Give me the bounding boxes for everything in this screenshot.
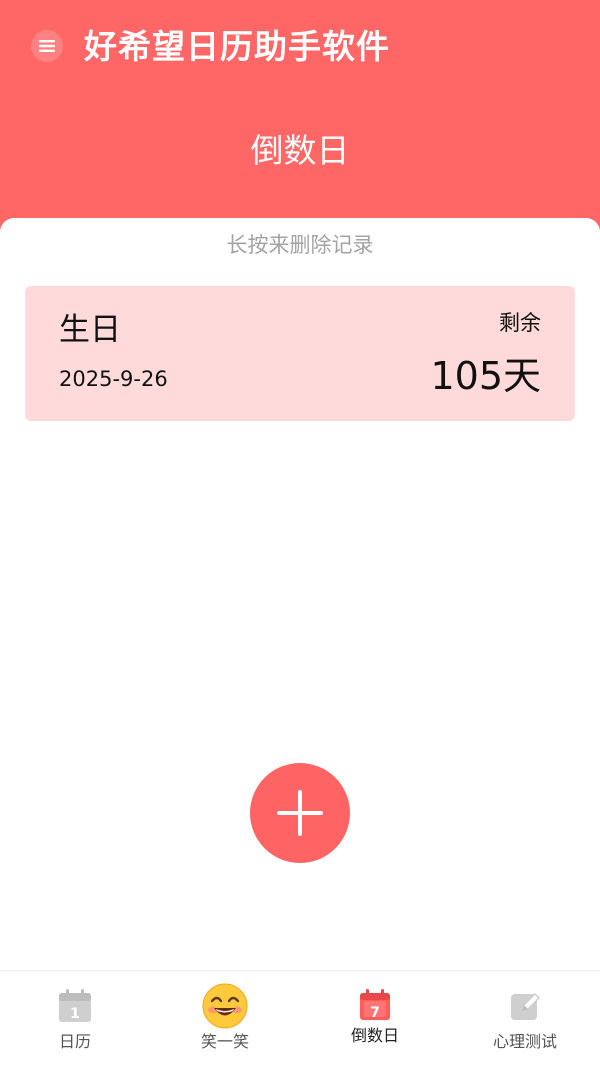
smile-emoji-icon [202,983,248,1029]
record-name: 生日 [59,312,121,348]
svg-text:7: 7 [370,1005,380,1021]
tab-psych-test-label: 心理测试 [492,1032,557,1051]
app-header: 好希望日历助手软件 倒数日 [0,0,600,240]
main-content: 长按来删除记录 生日 2025-9-26 剩余 105天 [0,218,600,970]
remaining-label: 剩余 [499,311,541,335]
app-title: 好希望日历助手软件 [84,27,390,66]
calendar-icon: 1 [59,989,91,1022]
plus-icon [277,790,323,836]
tab-countdown-label: 倒数日 [350,1026,399,1045]
countdown-record-card[interactable]: 生日 2025-9-26 剩余 105天 [25,286,575,421]
menu-button[interactable] [31,30,63,62]
record-date: 2025-9-26 [59,367,168,391]
tab-countdown[interactable]: 7 倒数日 [300,971,450,1065]
tab-calendar-label: 日历 [58,1032,91,1051]
page-title: 倒数日 [250,131,350,170]
add-record-button[interactable] [250,763,350,863]
menu-icon [39,40,55,52]
tab-psych-test[interactable]: 心理测试 [450,971,600,1065]
tab-calendar[interactable]: 1 日历 [0,971,150,1065]
bottom-tab-bar: 1 日历 笑一笑 7 倒数日 心理测试 [0,970,600,1065]
svg-text:1: 1 [70,1006,80,1022]
edit-note-icon [511,992,541,1020]
tab-jokes-label: 笑一笑 [200,1032,249,1051]
delete-hint: 长按来删除记录 [226,233,374,257]
tab-jokes[interactable]: 笑一笑 [150,971,300,1065]
remaining-days: 105天 [430,354,541,398]
countdown-calendar-icon: 7 [360,989,390,1021]
